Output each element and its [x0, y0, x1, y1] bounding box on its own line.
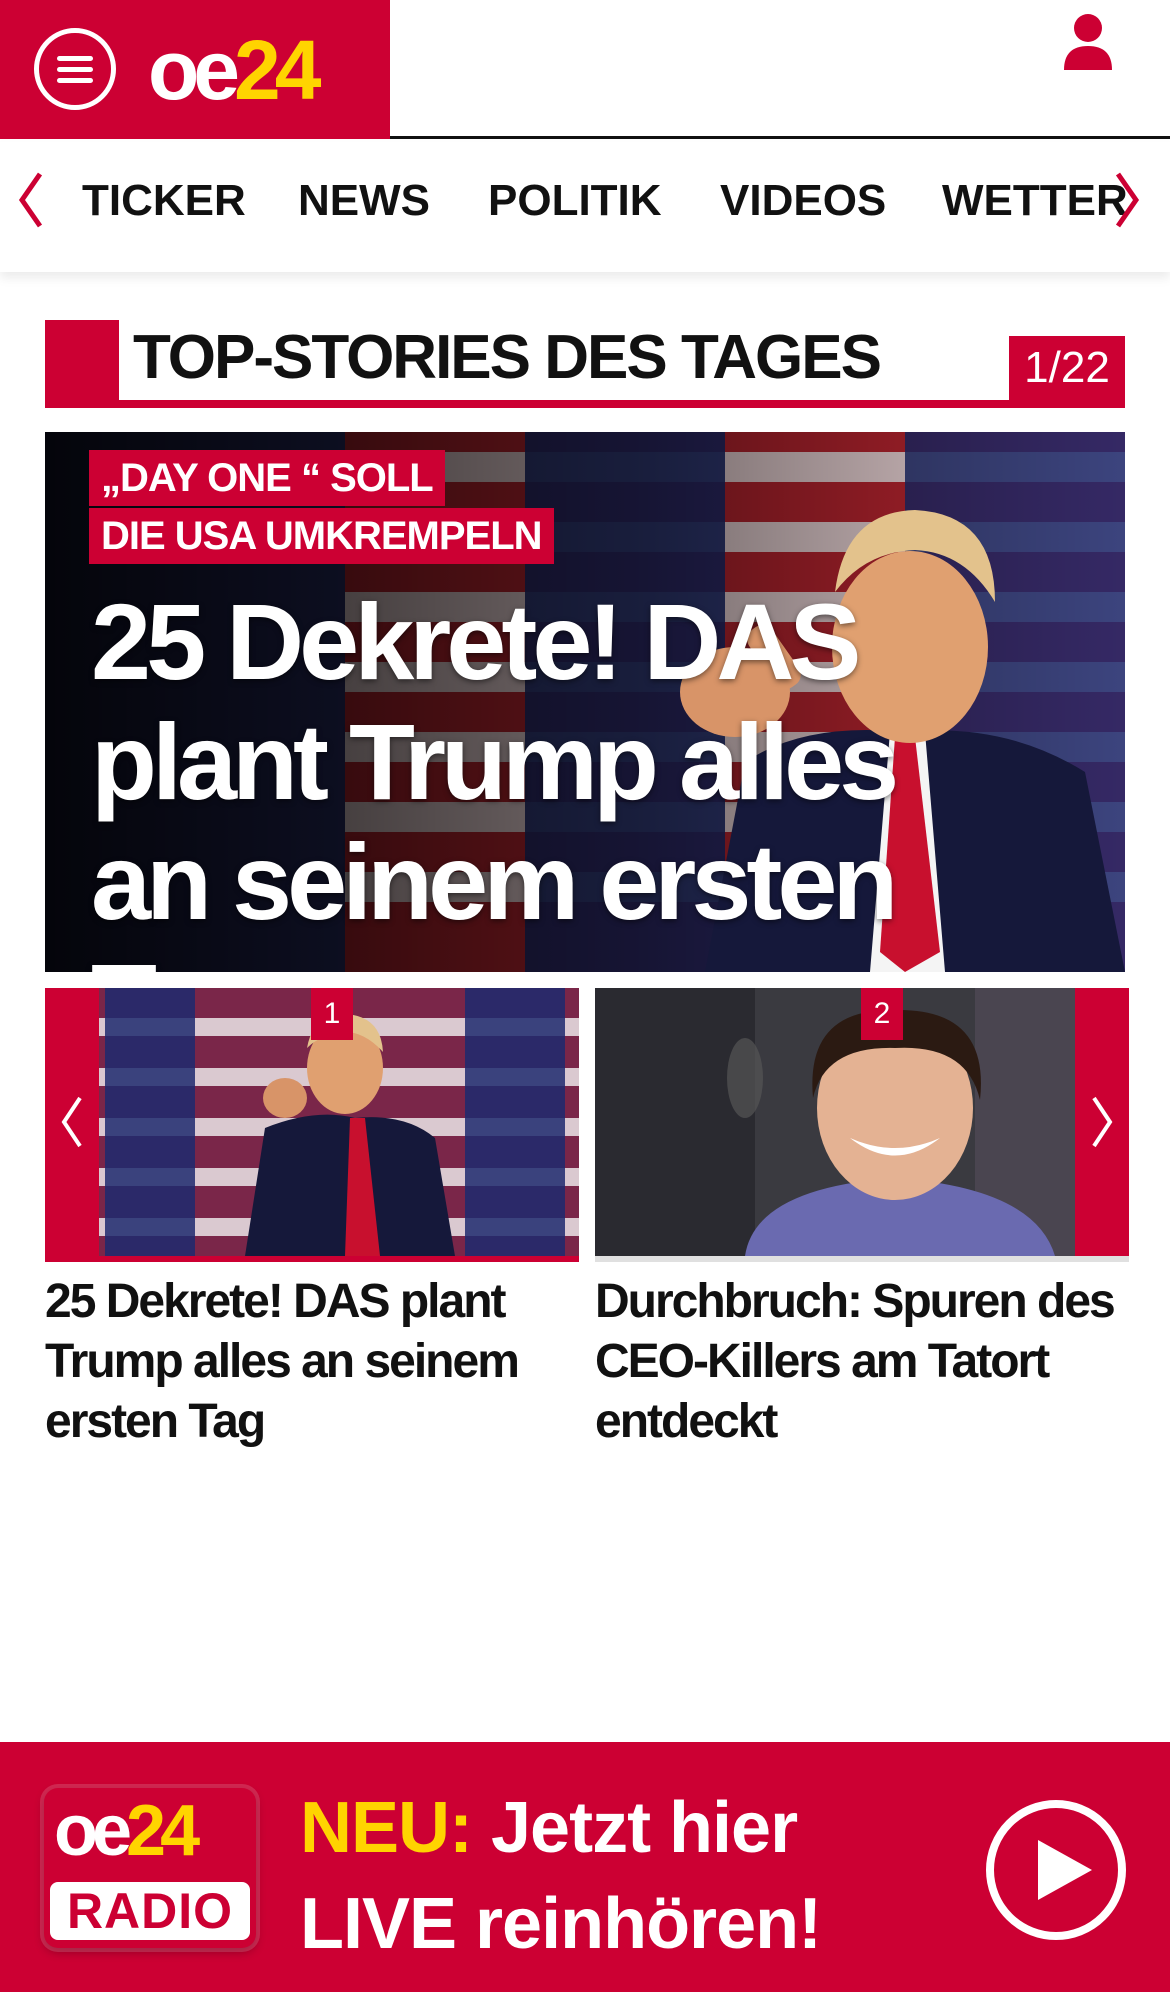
card-thumbnail[interactable]: 1 [45, 988, 579, 1256]
nav-item-videos[interactable]: VIDEOS [720, 176, 886, 226]
section-marker [45, 320, 119, 408]
card-number-badge: 1 [311, 988, 353, 1040]
radio-line2: LIVE reinhören! [300, 1884, 822, 1964]
hamburger-menu-icon[interactable] [34, 28, 116, 110]
site-header: oe24 [0, 0, 1170, 139]
radio-new-label: NEU: [300, 1788, 473, 1868]
nav-next-arrow-icon[interactable] [1112, 170, 1142, 230]
hero-kicker: „DAY ONE “ SOLL DIE USA UMKREMPELN [89, 450, 554, 564]
radio-logo: oe24 RADIO [44, 1788, 256, 1948]
carousel-card[interactable]: 2 Durchbruch: Spuren des CEO-Killers am … [595, 988, 1129, 1452]
card-title[interactable]: Durchbruch: Spuren des CEO-Killers am Ta… [595, 1272, 1129, 1452]
card-active-indicator [45, 1256, 579, 1262]
brand-block: oe24 [0, 0, 390, 139]
radio-logo-label: RADIO [50, 1882, 250, 1940]
play-icon [1038, 1840, 1092, 1900]
card-indicator [595, 1256, 1129, 1262]
radio-line1: Jetzt hier [491, 1788, 798, 1868]
story-carousel: 1 25 Dekrete! DAS plant Trump alles an s… [45, 988, 1129, 1448]
section-title: TOP-STORIES DES TAGES [133, 323, 882, 392]
nav-item-politik[interactable]: POLITIK [488, 176, 662, 226]
carousel-card[interactable]: 1 25 Dekrete! DAS plant Trump alles an s… [45, 988, 579, 1452]
hero-headline[interactable]: 25 Dekrete! DAS plant Trump alles an sei… [91, 582, 911, 973]
hero-kicker-line1: „DAY ONE “ SOLL [89, 450, 445, 506]
nav-prev-arrow-icon[interactable] [16, 170, 46, 230]
nav-item-news[interactable]: NEWS [298, 176, 430, 226]
carousel-prev-button[interactable] [45, 988, 99, 1256]
hero-story[interactable]: „DAY ONE “ SOLL DIE USA UMKREMPELN 25 De… [45, 432, 1125, 972]
user-icon[interactable] [1062, 12, 1114, 72]
nav-item-wetter[interactable]: WETTER [942, 176, 1128, 226]
play-button[interactable] [986, 1800, 1126, 1940]
category-nav: TICKER NEWS POLITIK VIDEOS WETTER [0, 142, 1170, 272]
chevron-left-icon [61, 1096, 82, 1148]
carousel-next-button[interactable] [1075, 988, 1129, 1256]
chevron-right-icon [1092, 1096, 1113, 1148]
card-title[interactable]: 25 Dekrete! DAS plant Trump alles an sei… [45, 1272, 579, 1452]
section-header: TOP-STORIES DES TAGES 1/22 [45, 320, 1125, 408]
site-logo[interactable]: oe24 [148, 22, 322, 118]
section-underline [45, 400, 1125, 408]
radio-promo-text: NEU: Jetzt hier LIVE reinhören! [300, 1780, 822, 1972]
card-number-badge: 2 [861, 988, 903, 1040]
story-counter: 1/22 [1009, 336, 1125, 400]
radio-banner[interactable]: oe24 RADIO NEU: Jetzt hier LIVE reinhöre… [0, 1742, 1170, 1992]
nav-item-ticker[interactable]: TICKER [82, 176, 246, 226]
hero-kicker-line2: DIE USA UMKREMPELN [89, 508, 554, 564]
card-thumbnail[interactable]: 2 [595, 988, 1129, 1256]
